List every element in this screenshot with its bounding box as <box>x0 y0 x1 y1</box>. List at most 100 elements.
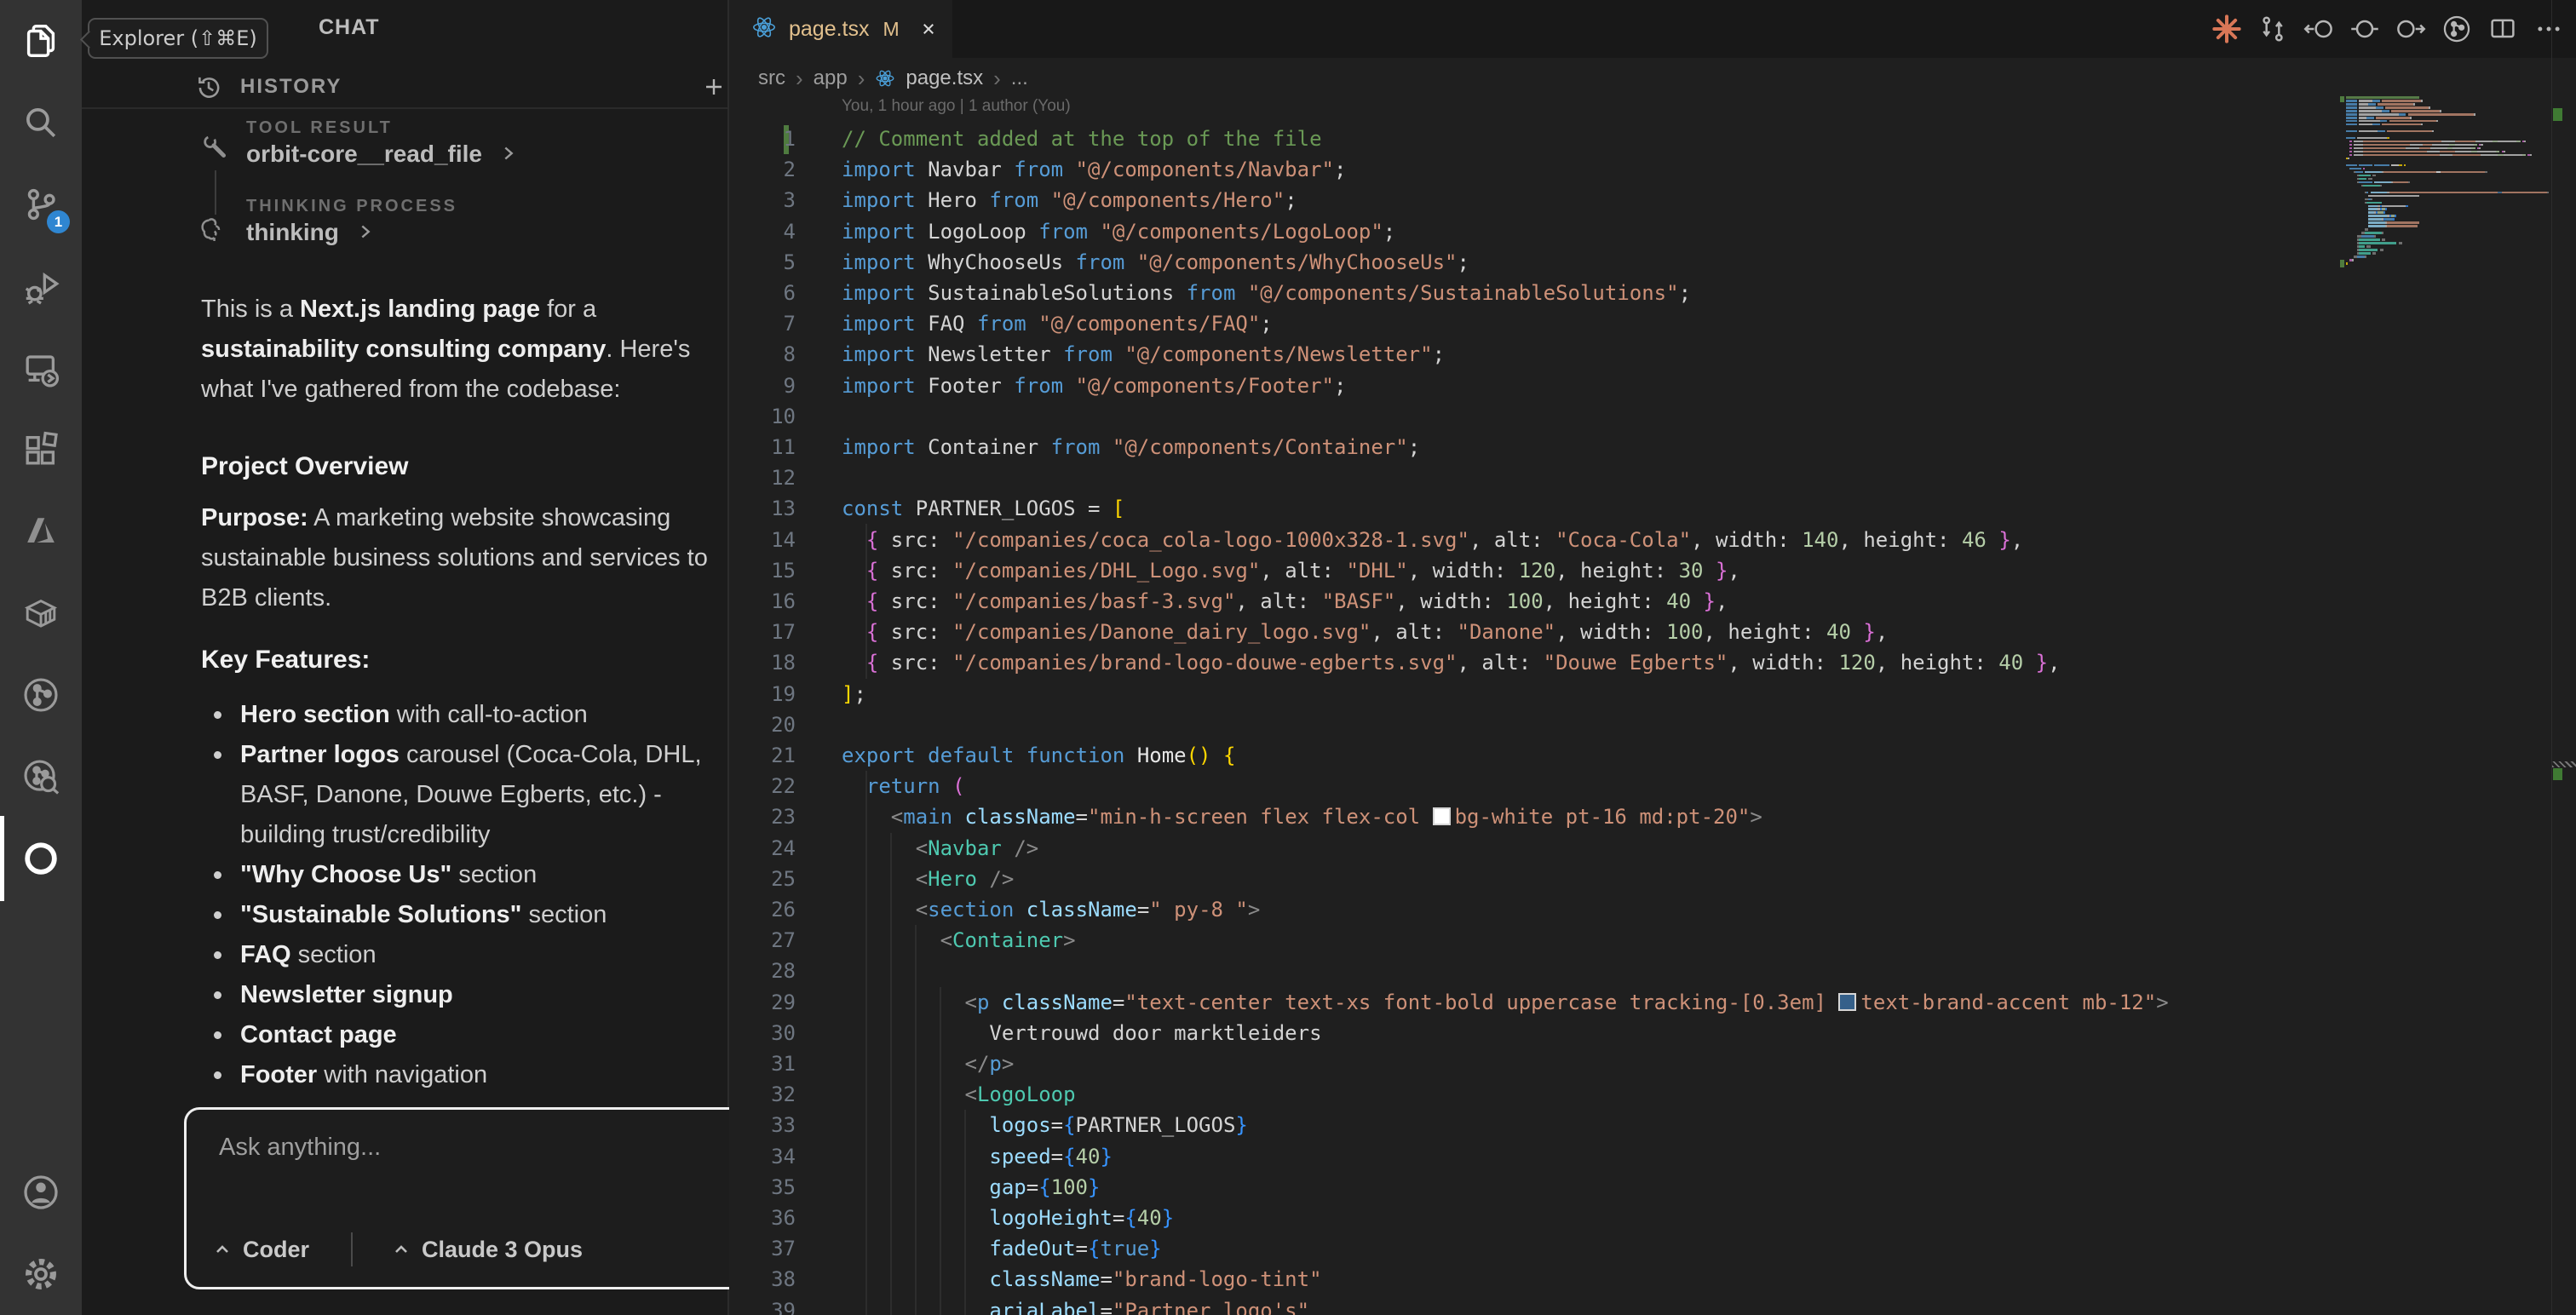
history-icon <box>194 72 223 106</box>
account-icon[interactable] <box>0 1151 82 1233</box>
tab-filename: page.tsx <box>789 17 870 42</box>
vscode-window: 1 CHAT <box>0 0 2576 1315</box>
chat-input-box[interactable]: Ask anything... Coder Claude 3 Opus <box>184 1107 794 1289</box>
code-line: 8import Newsletter from "@/components/Ne… <box>729 339 2576 370</box>
claude-starburst-icon[interactable] <box>2211 14 2242 44</box>
bullet-item: Newsletter signup <box>201 975 789 1015</box>
close-icon[interactable] <box>917 17 940 41</box>
code-line: 21export default function Home() { <box>729 740 2576 771</box>
brain-icon <box>198 215 228 250</box>
minimap-change-marker <box>2340 260 2344 267</box>
wrench-icon <box>201 133 230 166</box>
mode-selector[interactable]: Coder <box>210 1231 309 1268</box>
code-line: 13const PARTNER_LOGOS = [ <box>729 493 2576 524</box>
code-line: 7import FAQ from "@/components/FAQ"; <box>729 308 2576 339</box>
settings-gear-icon[interactable] <box>0 1233 82 1315</box>
code-line: 9import Footer from "@/components/Footer… <box>729 370 2576 401</box>
code-line: 24 <Navbar /> <box>729 833 2576 864</box>
chevron-up-icon <box>210 1237 234 1261</box>
panel-title: CHAT <box>319 15 380 40</box>
remote-explorer-icon[interactable] <box>0 327 82 409</box>
code-line: 38 className="brand-logo-tint" <box>729 1264 2576 1295</box>
ai-extension-icon[interactable] <box>0 818 82 899</box>
divider <box>82 107 727 109</box>
search-icon[interactable] <box>0 82 82 164</box>
code-line: 20 <box>729 709 2576 740</box>
graph-search-icon[interactable] <box>0 736 82 818</box>
code-line: 29 <p className="text-center text-xs fon… <box>729 987 2576 1018</box>
azure-icon[interactable] <box>0 491 82 572</box>
timeline-item-tool-result[interactable]: orbit-core__read_file <box>246 141 520 168</box>
files-icon[interactable] <box>0 0 82 82</box>
divider <box>351 1232 353 1266</box>
scrollbar-slider-edge[interactable] <box>2552 761 2576 767</box>
breadcrumb-symbol[interactable]: ... <box>1011 66 1028 90</box>
react-icon <box>751 14 777 44</box>
code-line: 19]; <box>729 679 2576 709</box>
split-editor-icon[interactable] <box>2487 14 2518 44</box>
bullet-item: Hero section with call-to-action <box>201 695 789 735</box>
code-line: 35 gap={100} <box>729 1172 2576 1203</box>
color-swatch <box>1433 807 1451 825</box>
timeline-kind: TOOL RESULT <box>246 118 393 138</box>
previous-change-icon[interactable] <box>2303 14 2334 44</box>
history-header[interactable]: HISTORY <box>82 66 727 107</box>
code-line: 36 logoHeight={40} <box>729 1203 2576 1233</box>
tab-page-tsx[interactable]: page.tsx M <box>729 0 952 58</box>
commit-graph-circle-icon[interactable] <box>2441 14 2472 44</box>
breadcrumb-file[interactable]: page.tsx <box>906 66 983 90</box>
minimap-change-marker <box>2340 96 2344 102</box>
source-control-icon[interactable]: 1 <box>0 164 82 245</box>
container-icon[interactable] <box>0 572 82 654</box>
commit-graph-icon[interactable] <box>0 654 82 736</box>
code-line: 27 <Container> <box>729 925 2576 956</box>
next-change-icon[interactable] <box>2395 14 2426 44</box>
react-icon <box>875 68 895 89</box>
timeline-item-thinking[interactable]: thinking <box>246 219 377 246</box>
editor-group: page.tsx M <box>729 0 2576 1315</box>
code-line: 28 <box>729 956 2576 986</box>
assistant-message: This is a Next.js landing page for asust… <box>201 290 789 1095</box>
explorer-tooltip: Explorer (⇧⌘E) <box>88 18 268 59</box>
bullet-item: Footer with navigation <box>201 1055 789 1095</box>
code-line: 39 ariaLabel="Partner logo's" <box>729 1295 2576 1315</box>
code-line: 31 </p> <box>729 1048 2576 1079</box>
more-actions-icon[interactable] <box>2533 14 2564 44</box>
activity-bar: 1 <box>0 0 82 1315</box>
code-line: 37 fadeOut={true} <box>729 1233 2576 1264</box>
extensions-icon[interactable] <box>0 409 82 491</box>
history-label: HISTORY <box>240 75 342 99</box>
code-line: 32 <LogoLoop <box>729 1079 2576 1110</box>
git-blame-annotation: You, 1 hour ago | 1 author (You) <box>842 97 1071 116</box>
code-line: 2import Navbar from "@/components/Navbar… <box>729 154 2576 185</box>
code-line: 6import SustainableSolutions from "@/com… <box>729 278 2576 308</box>
code-line: 17 { src: "/companies/Danone_dairy_logo.… <box>729 617 2576 647</box>
color-swatch <box>1838 993 1856 1011</box>
bullet-item: "Why Choose Us" section <box>201 855 789 895</box>
breadcrumb-app[interactable]: app <box>814 66 848 90</box>
tab-bar: page.tsx M <box>729 0 2576 58</box>
chat-panel: CHAT HISTORY TOOL RESULT orbit-core__rea… <box>82 0 729 1315</box>
code-line: 11import Container from "@/components/Co… <box>729 432 2576 462</box>
code-line: 3import Hero from "@/components/Hero"; <box>729 185 2576 215</box>
bullet-item: Contact page <box>201 1015 789 1055</box>
new-chat-icon[interactable] <box>700 73 727 105</box>
breadcrumb-src[interactable]: src <box>758 66 785 90</box>
source-control-badge: 1 <box>47 210 70 233</box>
chat-input-placeholder: Ask anything... <box>219 1134 381 1162</box>
code-line: 22 return ( <box>729 771 2576 801</box>
bullet-item: Partner logos carousel (Coca-Cola, DHL,B… <box>201 735 789 855</box>
minimap[interactable] <box>2346 96 2547 266</box>
code-line: 10 <box>729 401 2576 432</box>
code-line: 23 <main className="min-h-screen flex fl… <box>729 801 2576 832</box>
code-line: 5import WhyChooseUs from "@/components/W… <box>729 247 2576 278</box>
change-circle-icon[interactable] <box>2349 14 2380 44</box>
code-line: 12 <box>729 462 2576 493</box>
git-modified-badge: M <box>883 18 900 41</box>
run-debug-icon[interactable] <box>0 245 82 327</box>
chevron-up-icon <box>389 1237 413 1261</box>
model-selector[interactable]: Claude 3 Opus <box>389 1231 583 1268</box>
code-line: 4import LogoLoop from "@/components/Logo… <box>729 216 2576 247</box>
active-view-indicator <box>0 816 4 901</box>
git-compare-icon[interactable] <box>2257 14 2288 44</box>
